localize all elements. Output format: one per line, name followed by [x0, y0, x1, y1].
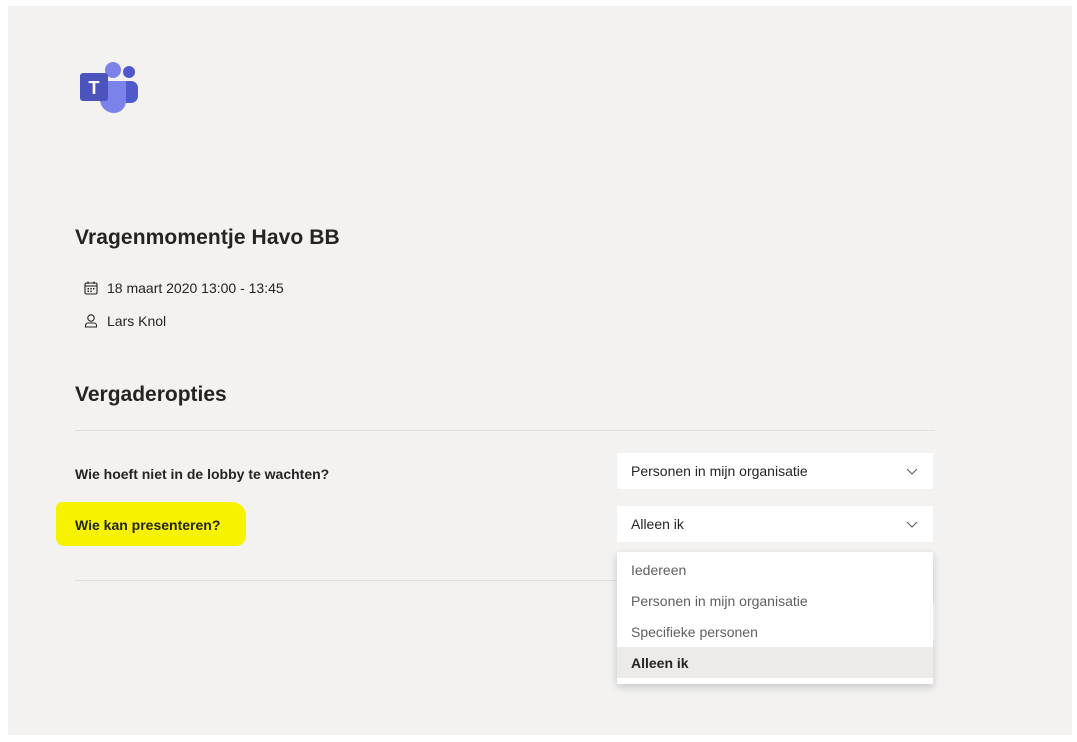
- dropdown-option-organisatie[interactable]: Personen in mijn organisatie: [617, 585, 933, 616]
- lobby-option-label: Wie hoeft niet in de lobby te wachten?: [75, 466, 330, 482]
- meeting-organizer: Lars Knol: [107, 313, 167, 329]
- meeting-datetime: 18 maart 2020 13:00 - 13:45: [107, 280, 284, 296]
- chevron-down-icon: [906, 468, 918, 475]
- lobby-select-value: Personen in mijn organisatie: [631, 463, 808, 479]
- presenter-option-label: Wie kan presenteren?: [75, 517, 221, 533]
- person-icon: [84, 314, 98, 328]
- divider: [75, 580, 620, 581]
- presenter-select[interactable]: Alleen ik: [617, 506, 933, 542]
- svg-text:T: T: [89, 78, 100, 98]
- dropdown-option-specifieke-personen[interactable]: Specifieke personen: [617, 616, 933, 647]
- divider: [75, 430, 935, 431]
- section-title: Vergaderopties: [75, 383, 227, 406]
- chevron-down-icon: [906, 521, 918, 528]
- meeting-organizer-row: Lars Knol: [83, 313, 166, 329]
- meeting-datetime-row: 18 maart 2020 13:00 - 13:45: [83, 280, 284, 296]
- dropdown-option-iedereen[interactable]: Iedereen: [617, 554, 933, 585]
- presenter-dropdown-menu: Iedereen Personen in mijn organisatie Sp…: [617, 552, 933, 684]
- lobby-select[interactable]: Personen in mijn organisatie: [617, 453, 933, 489]
- meeting-title: Vragenmomentje Havo BB: [75, 226, 340, 249]
- presenter-select-value: Alleen ik: [631, 516, 684, 532]
- dropdown-option-alleen-ik[interactable]: Alleen ik: [617, 647, 933, 678]
- microsoft-teams-logo-icon: T: [80, 62, 138, 113]
- calendar-icon: [84, 281, 98, 295]
- meeting-options-page: T Vragenmomentje Havo BB 18 maart 2020 1…: [8, 6, 1072, 735]
